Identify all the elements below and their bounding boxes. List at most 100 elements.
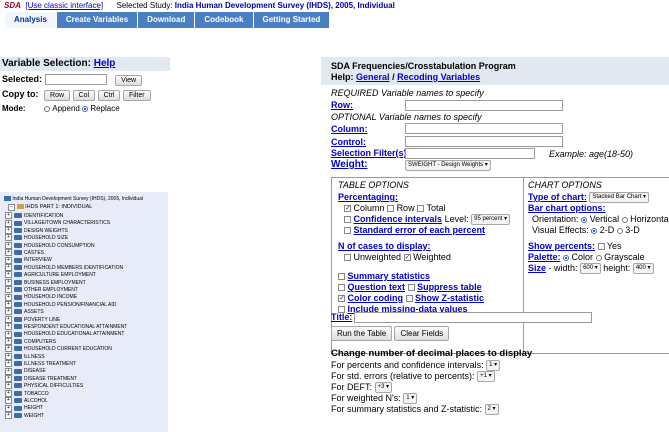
copy-row-button[interactable]: Row <box>44 90 71 101</box>
bar-options-link[interactable]: Bar chart options: <box>528 203 606 213</box>
palette-grayscale-radio[interactable] <box>595 254 602 261</box>
width-select[interactable]: 600 ▾ <box>580 263 601 275</box>
row-label[interactable]: Row: <box>331 100 353 110</box>
effect-2d-radio[interactable] <box>591 227 598 234</box>
expand-icon[interactable]: + <box>5 256 12 264</box>
expand-icon[interactable]: + <box>5 263 12 271</box>
title-input[interactable] <box>354 312 592 323</box>
filter-input[interactable] <box>405 148 535 159</box>
expand-icon[interactable]: + <box>5 389 12 397</box>
decimals-pct-select[interactable]: 1 ▾ <box>486 360 501 372</box>
variable-selection-help-link[interactable]: Help <box>94 58 116 69</box>
tab-codebook[interactable]: Codebook <box>195 12 253 28</box>
tree-root[interactable]: India Human Development Survey (IHDS), 2… <box>4 196 143 202</box>
show-percents-link[interactable]: Show percents: <box>528 241 595 251</box>
mode-append-radio[interactable] <box>44 105 51 112</box>
orientation-horizontal-radio[interactable] <box>621 216 628 223</box>
tab-create-variables[interactable]: Create Variables <box>56 12 138 28</box>
expand-icon[interactable]: + <box>5 374 12 382</box>
help-recoding-link[interactable]: Recoding Variables <box>397 72 480 82</box>
pct-row-checkbox[interactable] <box>387 205 395 213</box>
column-label[interactable]: Column: <box>331 124 368 134</box>
expand-icon[interactable]: + <box>5 234 12 242</box>
std-error-checkbox[interactable] <box>344 227 351 235</box>
tab-getting-started[interactable]: Getting Started <box>253 12 330 28</box>
orientation-vertical-radio[interactable] <box>581 216 588 223</box>
expand-icon[interactable]: + <box>5 315 12 323</box>
row-input[interactable] <box>405 100 563 111</box>
expand-icon[interactable]: + <box>5 352 12 360</box>
expand-icon[interactable]: + <box>5 323 12 331</box>
expand-icon[interactable]: + <box>5 226 12 234</box>
decimals-std-select[interactable]: +1 ▾ <box>477 371 495 383</box>
expand-icon[interactable]: + <box>5 330 12 338</box>
selected-variable-input[interactable] <box>44 74 107 86</box>
weight-select[interactable]: SWEIGHT - Design Weights ▾ <box>405 160 491 171</box>
expand-icon[interactable]: + <box>5 241 12 249</box>
run-table-button[interactable]: Run the Table <box>331 326 393 341</box>
expand-icon[interactable]: + <box>5 293 12 301</box>
expand-icon[interactable]: + <box>5 271 12 279</box>
std-error-link[interactable]: Standard error of each percent <box>354 225 486 235</box>
title-label[interactable]: Title: <box>331 312 352 322</box>
chart-type-link[interactable]: Type of chart: <box>528 192 587 202</box>
decimals-wn-select[interactable]: 1 ▾ <box>403 393 418 405</box>
expand-icon[interactable]: + <box>5 367 12 375</box>
effect-3d-radio[interactable] <box>616 227 623 234</box>
conf-intervals-checkbox[interactable] <box>344 216 351 224</box>
expand-icon[interactable]: + <box>5 308 12 316</box>
expand-icon[interactable]: + <box>5 404 12 412</box>
level-select[interactable]: 95 percent ▾ <box>471 214 511 226</box>
pct-total-checkbox[interactable] <box>417 205 425 213</box>
column-input[interactable] <box>405 123 563 134</box>
expand-icon[interactable]: + <box>5 249 12 257</box>
expand-icon[interactable]: + <box>5 286 12 294</box>
size-link[interactable]: Size <box>528 263 546 273</box>
help-general-link[interactable]: General <box>356 72 390 82</box>
ncases-link[interactable]: N of cases to display: <box>338 241 431 251</box>
copy-ctrl-button[interactable]: Ctrl <box>97 90 121 101</box>
percentaging-link[interactable]: Percentaging: <box>338 192 398 202</box>
conf-intervals-link[interactable]: Confidence intervals <box>354 214 443 224</box>
expand-icon[interactable]: + <box>5 212 12 220</box>
clear-fields-button[interactable]: Clear Fields <box>394 326 450 341</box>
weighted-checkbox[interactable]: ✓ <box>403 254 411 262</box>
control-input[interactable] <box>405 136 563 147</box>
palette-link[interactable]: Palette: <box>528 252 561 262</box>
mode-replace-radio[interactable] <box>82 105 89 112</box>
expand-icon[interactable]: + <box>5 360 12 368</box>
tree-part-1[interactable]: − IHDS PART 1: INDIVIDUAL <box>8 204 92 211</box>
summary-stats-link[interactable]: Summary statistics <box>348 271 431 281</box>
show-z-checkbox[interactable] <box>405 295 413 303</box>
suppress-table-checkbox[interactable] <box>407 284 415 292</box>
unweighted-checkbox[interactable] <box>344 254 351 262</box>
suppress-table-link[interactable]: Suppress table <box>417 282 482 292</box>
decimals-deft-select[interactable]: +3 ▾ <box>374 382 393 394</box>
copy-col-button[interactable]: Col <box>72 90 96 101</box>
view-button[interactable]: View <box>115 75 143 86</box>
expand-icon[interactable]: + <box>5 278 12 286</box>
palette-color-radio[interactable] <box>563 254 570 261</box>
classic-interface-link[interactable]: [Use classic interface] <box>25 1 103 10</box>
copy-filter-button[interactable]: Filter <box>122 90 151 101</box>
expand-icon[interactable]: + <box>5 411 12 419</box>
chart-type-select[interactable]: Stacked Bar Chart ▾ <box>589 192 650 204</box>
show-percents-checkbox[interactable] <box>597 243 605 251</box>
weight-label[interactable]: Weight: <box>331 159 367 170</box>
filter-label[interactable]: Selection Filter(s): <box>331 148 410 158</box>
question-text-link[interactable]: Question text <box>348 282 406 292</box>
control-label[interactable]: Control: <box>331 137 366 147</box>
tree-item[interactable]: + WEIGHT <box>5 411 44 420</box>
expand-icon[interactable]: + <box>5 337 12 345</box>
expand-icon[interactable]: + <box>5 219 12 227</box>
expand-icon[interactable]: + <box>5 300 12 308</box>
height-select[interactable]: 400 ▾ <box>632 263 654 275</box>
pct-column-checkbox[interactable]: ✓ <box>344 205 351 213</box>
expand-icon[interactable]: + <box>5 397 12 405</box>
show-z-link[interactable]: Show Z-statistic <box>415 293 484 303</box>
summary-stats-checkbox[interactable] <box>338 273 345 281</box>
tab-download[interactable]: Download <box>138 12 195 28</box>
color-coding-link[interactable]: Color coding <box>348 293 404 303</box>
color-coding-checkbox[interactable]: ✓ <box>338 295 345 303</box>
tab-analysis[interactable]: Analysis <box>5 12 56 28</box>
